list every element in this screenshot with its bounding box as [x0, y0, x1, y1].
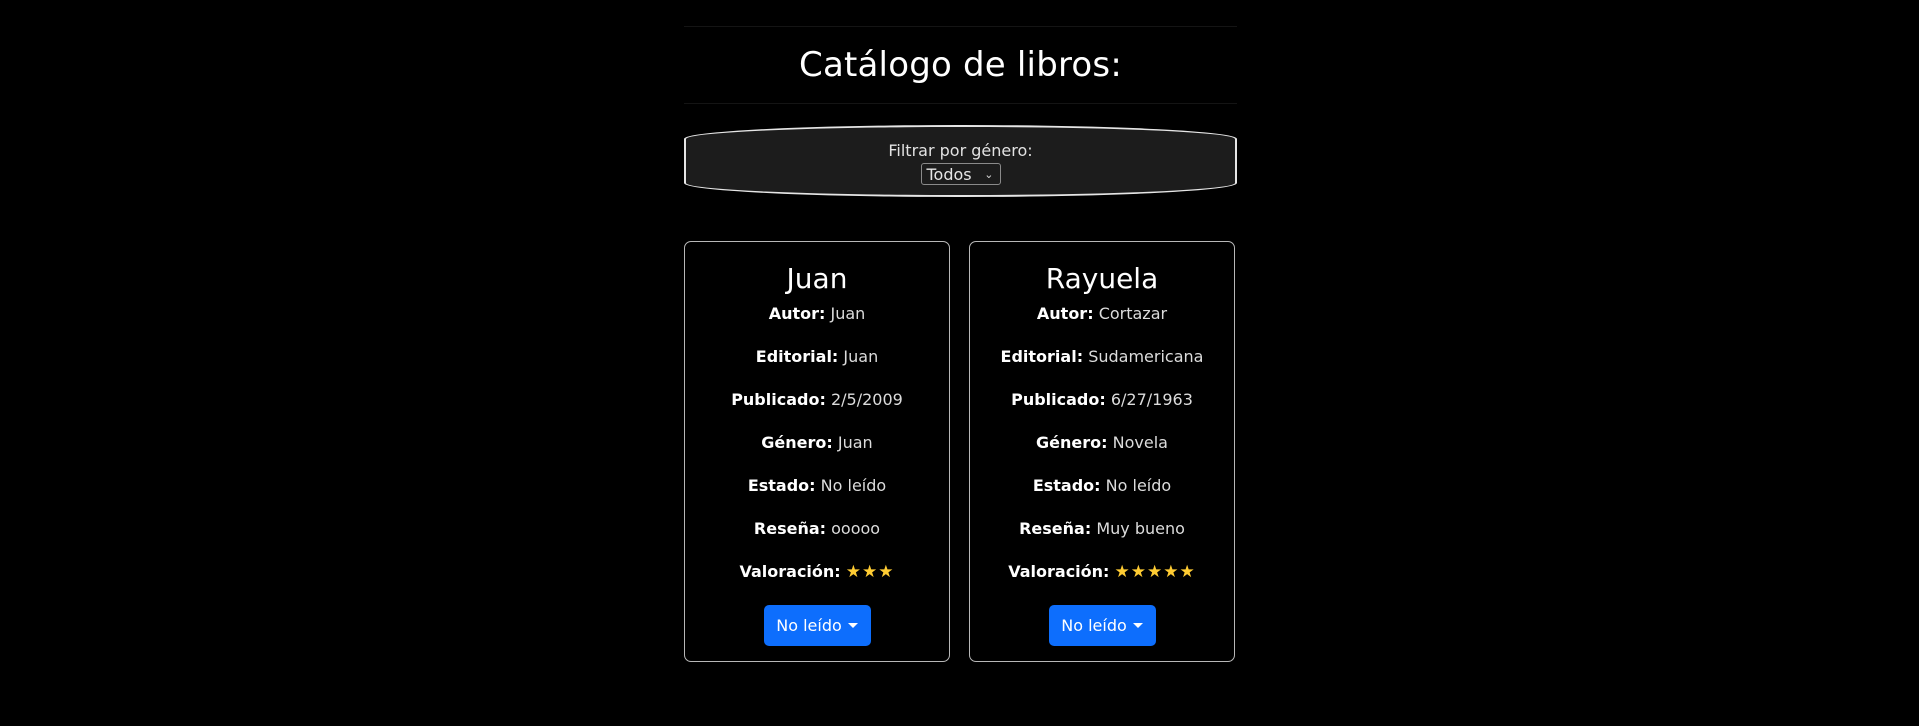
page-header: Catálogo de libros: [684, 26, 1237, 104]
genre-filter-panel: Filtrar por género: Todos ⌄ [684, 125, 1237, 197]
star-icon: ★ [1130, 562, 1148, 582]
book-genre: Género: Novela [970, 433, 1234, 476]
chevron-down-icon: ⌄ [984, 167, 994, 181]
author-label: Autor: [1036, 304, 1094, 323]
star-icon: ★ [862, 562, 879, 582]
publisher-label: Editorial: [755, 347, 839, 366]
author-label: Autor: [768, 304, 826, 323]
review-label: Reseña: [753, 519, 827, 538]
book-published: Publicado: 6/27/1963 [970, 390, 1234, 433]
published-value: 6/27/1963 [1110, 390, 1193, 409]
genre-select[interactable]: Todos ⌄ [920, 163, 1001, 185]
published-label: Publicado: [1011, 390, 1106, 409]
star-icon: ★ [878, 562, 895, 582]
book-publisher: Editorial: Sudamericana [970, 347, 1234, 390]
page-title: Catálogo de libros: [799, 45, 1122, 85]
book-publisher: Editorial: Juan [685, 347, 949, 390]
star-icon: ★ [1147, 562, 1164, 582]
read-status-dropdown-button[interactable]: No leído [763, 605, 871, 646]
author-value: Juan [830, 304, 866, 323]
book-card: Juan Autor: Juan Editorial: Juan Publica… [684, 241, 950, 662]
author-value: Cortazar [1098, 304, 1168, 323]
read-status-button-label: No leído [776, 616, 842, 635]
caret-down-icon [847, 623, 858, 628]
genre-label: Género: [761, 433, 833, 452]
book-author: Autor: Cortazar [970, 304, 1234, 347]
status-label: Estado: [747, 476, 816, 495]
rating-label: Valoración: [739, 562, 841, 581]
star-icon: ★ [1163, 562, 1180, 582]
star-icon: ★ [845, 562, 863, 582]
book-review: Reseña: ooooo [685, 519, 949, 562]
status-label: Estado: [1032, 476, 1101, 495]
rating-label: Valoración: [1008, 562, 1110, 581]
published-label: Publicado: [731, 390, 826, 409]
read-status-button-label: No leído [1061, 616, 1127, 635]
star-icon: ★ [1179, 562, 1196, 582]
review-label: Reseña: [1019, 519, 1092, 538]
published-value: 2/5/2009 [830, 390, 903, 409]
genre-value: Novela [1112, 433, 1168, 452]
genre-label: Género: [1036, 433, 1108, 452]
review-value: Muy bueno [1096, 519, 1185, 538]
book-title: Juan [786, 262, 848, 295]
book-review: Reseña: Muy bueno [970, 519, 1234, 562]
rating-stars: ★★★★★ [1115, 562, 1196, 582]
book-status: Estado: No leído [970, 476, 1234, 519]
book-genre: Género: Juan [685, 433, 949, 476]
review-value: ooooo [831, 519, 881, 538]
book-card: Rayuela Autor: Cortazar Editorial: Sudam… [969, 241, 1235, 662]
publisher-value: Sudamericana [1088, 347, 1204, 366]
star-icon: ★ [1114, 562, 1131, 582]
book-status: Estado: No leído [685, 476, 949, 519]
genre-value: Juan [837, 433, 873, 452]
genre-filter-label: Filtrar por género: [888, 141, 1033, 160]
publisher-value: Juan [843, 347, 879, 366]
caret-down-icon [1132, 623, 1143, 628]
book-published: Publicado: 2/5/2009 [685, 390, 949, 433]
status-value: No leído [1105, 476, 1172, 495]
book-title: Rayuela [1045, 262, 1159, 295]
publisher-label: Editorial: [1000, 347, 1084, 366]
book-rating: Valoración: ★★★ [685, 562, 949, 605]
genre-select-value: Todos [926, 164, 972, 184]
status-value: No leído [820, 476, 887, 495]
book-rating: Valoración: ★★★★★ [970, 562, 1234, 605]
book-author: Autor: Juan [685, 304, 949, 347]
read-status-dropdown-button[interactable]: No leído [1048, 605, 1156, 646]
rating-stars: ★★★ [846, 562, 895, 582]
